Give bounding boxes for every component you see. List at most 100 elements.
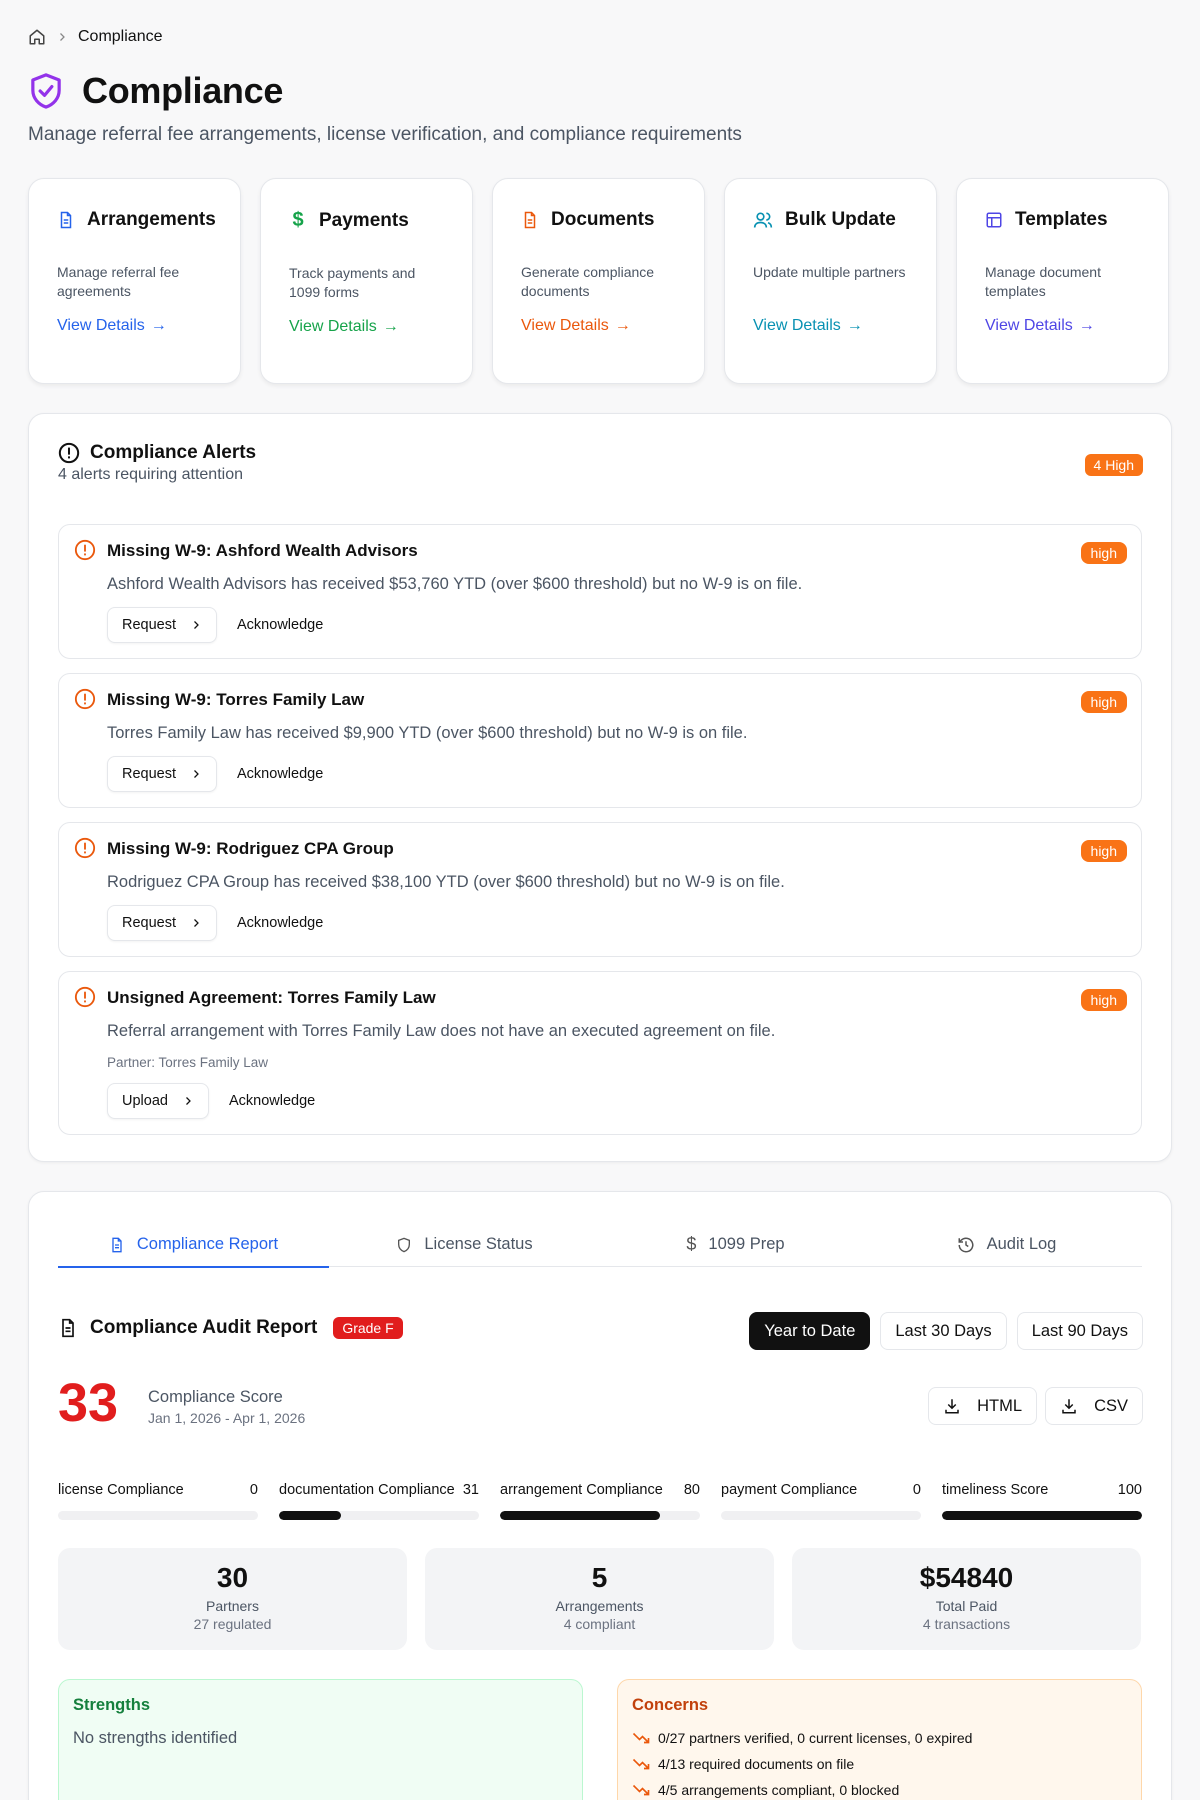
card-description: Update multiple partners xyxy=(753,264,906,280)
range-last-30-days[interactable]: Last 30 Days xyxy=(880,1312,1007,1350)
card-templates[interactable]: Templates Manage document templates View… xyxy=(956,178,1169,384)
view-details-link[interactable]: View Details → xyxy=(985,317,1140,335)
compliance-metrics: license Compliance 0 documentation Compli… xyxy=(58,1482,1142,1520)
upload-button[interactable]: Upload xyxy=(107,1083,209,1119)
alert-title: Missing W-9: Torres Family Law xyxy=(107,690,365,709)
score-date-range: Jan 1, 2026 - Apr 1, 2026 xyxy=(148,1410,306,1426)
stat-total-paid: $54840 Total Paid 4 transactions xyxy=(792,1548,1141,1650)
card-description: Manage document templates xyxy=(985,264,1101,299)
arrow-right-icon: → xyxy=(150,317,167,334)
card-title: Arrangements xyxy=(87,209,216,230)
arrow-right-icon: → xyxy=(1078,317,1095,334)
view-details-link[interactable]: View Details → xyxy=(57,317,212,335)
export-buttons: HTML CSV xyxy=(928,1387,1143,1425)
alert-description: Ashford Wealth Advisors has received $53… xyxy=(107,575,803,593)
range-year-to-date[interactable]: Year to Date xyxy=(749,1312,871,1350)
acknowledge-button[interactable]: Acknowledge xyxy=(237,766,323,782)
score-label: Compliance Score xyxy=(148,1388,283,1406)
file-text-icon xyxy=(109,1236,125,1254)
concerns-box: Concerns 0/27 partners verified, 0 curre… xyxy=(617,1679,1142,1800)
arrow-right-icon: → xyxy=(614,317,631,334)
card-arrangements[interactable]: Arrangements Manage referral fee agreeme… xyxy=(28,178,241,384)
concern-item: 4/13 required documents on file xyxy=(632,1751,1127,1777)
range-last-90-days[interactable]: Last 90 Days xyxy=(1016,1312,1143,1350)
download-icon xyxy=(1060,1397,1078,1415)
file-text-icon xyxy=(58,1317,78,1339)
alert-circle-icon xyxy=(74,837,96,859)
alert-description: Torres Family Law has received $9,900 YT… xyxy=(107,724,748,742)
strengths-title: Strengths xyxy=(73,1696,151,1714)
grade-badge: Grade F xyxy=(333,1317,403,1339)
view-details-link[interactable]: View Details → xyxy=(289,318,444,336)
chevron-right-icon xyxy=(190,917,202,929)
arrow-right-icon: → xyxy=(382,318,399,335)
users-icon xyxy=(753,210,773,230)
request-button[interactable]: Request xyxy=(107,756,218,792)
export-html-button[interactable]: HTML xyxy=(928,1387,1038,1425)
report-title: Compliance Audit Report xyxy=(90,1317,318,1338)
metric-timeliness-score: timeliness Score 100 xyxy=(942,1482,1142,1520)
chevron-right-icon xyxy=(182,1095,194,1107)
strengths-box: Strengths No strengths identified xyxy=(58,1679,583,1800)
tab-audit-log[interactable]: Audit Log xyxy=(871,1222,1142,1267)
acknowledge-button[interactable]: Acknowledge xyxy=(237,915,323,931)
tab-1099-prep[interactable]: $ 1099 Prep xyxy=(600,1222,871,1267)
tab-compliance-report[interactable]: Compliance Report xyxy=(58,1222,329,1268)
stat-arrangements: 5 Arrangements 4 compliant xyxy=(425,1548,774,1650)
alert-title: Missing W-9: Ashford Wealth Advisors xyxy=(107,541,418,560)
metric-arrangement-compliance: arrangement Compliance 80 xyxy=(500,1482,700,1520)
card-payments[interactable]: $ Payments Track payments and 1099 forms… xyxy=(260,178,473,384)
acknowledge-button[interactable]: Acknowledge xyxy=(237,617,323,633)
alert-circle-icon xyxy=(74,986,96,1008)
nav-cards: Arrangements Manage referral fee agreeme… xyxy=(28,178,1172,384)
card-bulk-update[interactable]: Bulk Update Update multiple partners Vie… xyxy=(724,178,937,384)
alert-description: Rodriguez CPA Group has received $38,100… xyxy=(107,873,785,891)
compliance-score: 33 xyxy=(58,1373,119,1433)
page-title: Compliance xyxy=(82,70,284,111)
file-text-icon xyxy=(57,210,75,230)
dollar-icon: $ xyxy=(292,209,304,231)
card-description: Track payments and 1099 forms xyxy=(289,265,416,300)
home-icon[interactable] xyxy=(28,28,46,46)
severity-badge: high xyxy=(1080,691,1127,713)
high-count-badge: 4 High xyxy=(1084,454,1143,476)
card-documents[interactable]: Documents Generate compliance documents … xyxy=(492,178,705,384)
compliance-alerts-panel: Compliance Alerts 4 alerts requiring att… xyxy=(28,413,1172,1162)
request-button[interactable]: Request xyxy=(107,607,218,643)
severity-badge: high xyxy=(1080,989,1127,1011)
severity-badge: high xyxy=(1080,840,1127,862)
metric-license-compliance: license Compliance 0 xyxy=(58,1482,258,1520)
card-title: Templates xyxy=(1015,209,1108,230)
alerts-title: Compliance Alerts xyxy=(90,442,257,463)
trending-down-icon xyxy=(632,1731,650,1745)
alert-circle-icon xyxy=(74,539,96,561)
card-title: Payments xyxy=(319,209,409,231)
alert-item: Missing W-9: Rodriguez CPA Group Rodrigu… xyxy=(58,822,1142,957)
trending-down-icon xyxy=(632,1783,650,1797)
arrow-right-icon: → xyxy=(846,317,863,334)
alert-title: Unsigned Agreement: Torres Family Law xyxy=(107,988,436,1007)
summary-stats: 30 Partners 27 regulated 5 Arrangements … xyxy=(58,1548,1142,1650)
view-details-link[interactable]: View Details → xyxy=(753,317,908,335)
document-icon xyxy=(521,210,539,230)
card-title: Bulk Update xyxy=(785,209,896,230)
alert-description: Referral arrangement with Torres Family … xyxy=(107,1022,776,1040)
shield-icon xyxy=(396,1236,412,1254)
progress-bar xyxy=(58,1511,258,1520)
alert-partner: Partner: Torres Family Law xyxy=(107,1055,269,1070)
report-tabs: Compliance Report License Status $ 1099 … xyxy=(58,1222,1142,1268)
progress-bar xyxy=(500,1511,700,1520)
metric-payment-compliance: payment Compliance 0 xyxy=(721,1482,921,1520)
export-csv-button[interactable]: CSV xyxy=(1045,1387,1143,1425)
page-subtitle: Manage referral fee arrangements, licens… xyxy=(28,124,742,145)
progress-bar xyxy=(721,1511,921,1520)
card-title: Documents xyxy=(551,209,655,230)
view-details-link[interactable]: View Details → xyxy=(521,317,676,335)
request-button[interactable]: Request xyxy=(107,905,218,941)
alert-item: Missing W-9: Torres Family Law Torres Fa… xyxy=(58,673,1142,808)
breadcrumb: Compliance xyxy=(28,28,162,46)
acknowledge-button[interactable]: Acknowledge xyxy=(229,1093,315,1109)
chevron-right-icon xyxy=(56,31,68,43)
breadcrumb-current: Compliance xyxy=(78,28,163,45)
tab-license-status[interactable]: License Status xyxy=(329,1222,600,1267)
